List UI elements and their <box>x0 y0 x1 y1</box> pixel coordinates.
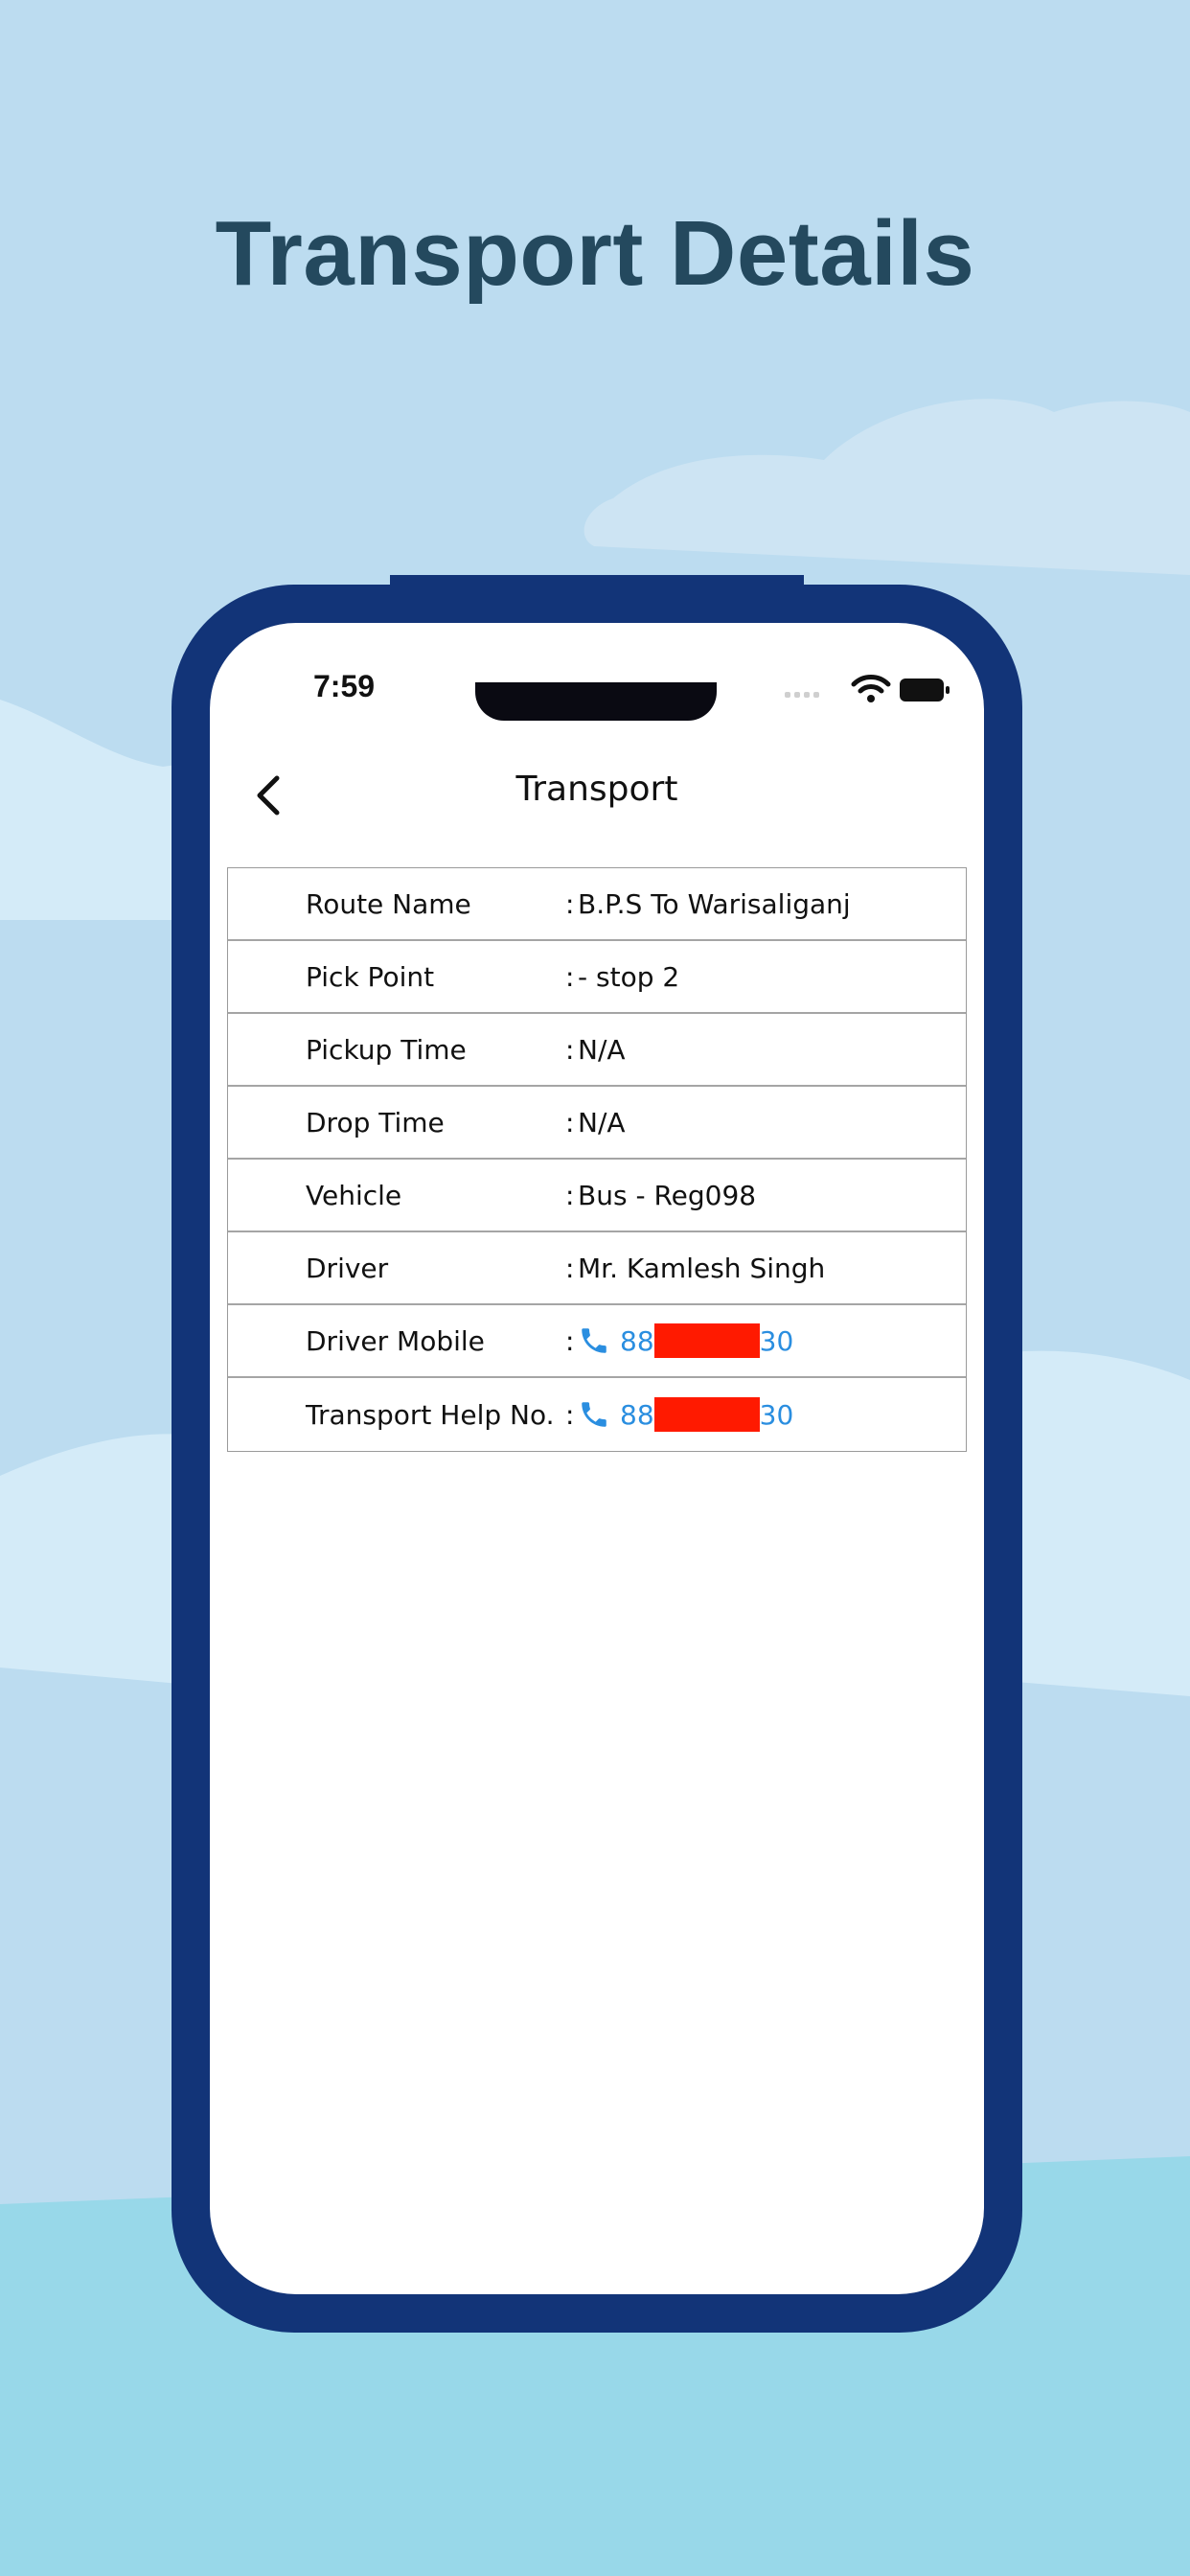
row-label: Driver <box>306 1252 389 1284</box>
redaction-block <box>653 1323 760 1358</box>
driver-mobile-link[interactable]: 88 30 <box>578 1323 793 1358</box>
table-row-drop-time: Drop Time : N/A <box>228 1087 966 1160</box>
status-icons <box>785 675 950 702</box>
pickup-time-value: N/A <box>578 1033 626 1066</box>
transport-details-table: Route Name : B.P.S To Warisaliganj Pick … <box>227 867 967 1452</box>
status-time: 7:59 <box>313 669 376 703</box>
row-colon: : <box>565 1033 575 1066</box>
phone-suffix: 30 <box>759 1324 794 1357</box>
row-label: Driver Mobile <box>306 1324 485 1357</box>
row-label: Drop Time <box>306 1106 445 1138</box>
nav-title: Transport <box>515 770 678 809</box>
row-colon: : <box>565 1324 575 1357</box>
page-headline: Transport Details <box>215 202 975 305</box>
transport-help-link[interactable]: 88 30 <box>578 1397 793 1432</box>
driver-value: Mr. Kamlesh Singh <box>578 1252 826 1284</box>
table-row-vehicle: Vehicle : Bus - Reg098 <box>228 1160 966 1232</box>
phone-suffix: 30 <box>759 1398 794 1431</box>
redaction-block <box>653 1397 760 1432</box>
phone-screen: 7:59 Transport Route Name : B.P.S To War… <box>210 623 984 2294</box>
phone-icon <box>582 1328 606 1353</box>
row-label: Pick Point <box>306 960 435 993</box>
row-label: Transport Help No. <box>306 1398 555 1431</box>
row-colon: : <box>565 1106 575 1138</box>
table-row-transport-help: Transport Help No. : 88 30 <box>228 1378 966 1451</box>
wifi-icon <box>851 675 891 702</box>
row-colon: : <box>565 960 575 993</box>
route-name-value: B.P.S To Warisaliganj <box>578 887 851 920</box>
phone-prefix: 88 <box>620 1398 654 1431</box>
row-colon: : <box>565 887 575 920</box>
row-colon: : <box>565 1179 575 1211</box>
table-row-pickup-time: Pickup Time : N/A <box>228 1014 966 1087</box>
drop-time-value: N/A <box>578 1106 626 1138</box>
row-label: Route Name <box>306 887 471 920</box>
row-colon: : <box>565 1398 575 1431</box>
battery-icon <box>900 678 950 702</box>
row-label: Pickup Time <box>306 1033 467 1066</box>
phone-prefix: 88 <box>620 1324 654 1357</box>
camera-notch <box>475 682 717 721</box>
row-label: Vehicle <box>306 1179 402 1211</box>
phone-icon <box>582 1402 606 1427</box>
table-row-driver-mobile: Driver Mobile : 88 30 <box>228 1305 966 1378</box>
table-row-route-name: Route Name : B.P.S To Warisaliganj <box>228 868 966 941</box>
table-row-driver: Driver : Mr. Kamlesh Singh <box>228 1232 966 1305</box>
table-row-pick-point: Pick Point : - stop 2 <box>228 941 966 1014</box>
row-colon: : <box>565 1252 575 1284</box>
signal-icon <box>785 692 819 698</box>
vehicle-value: Bus - Reg098 <box>578 1179 757 1211</box>
pick-point-value: - stop 2 <box>578 960 680 993</box>
